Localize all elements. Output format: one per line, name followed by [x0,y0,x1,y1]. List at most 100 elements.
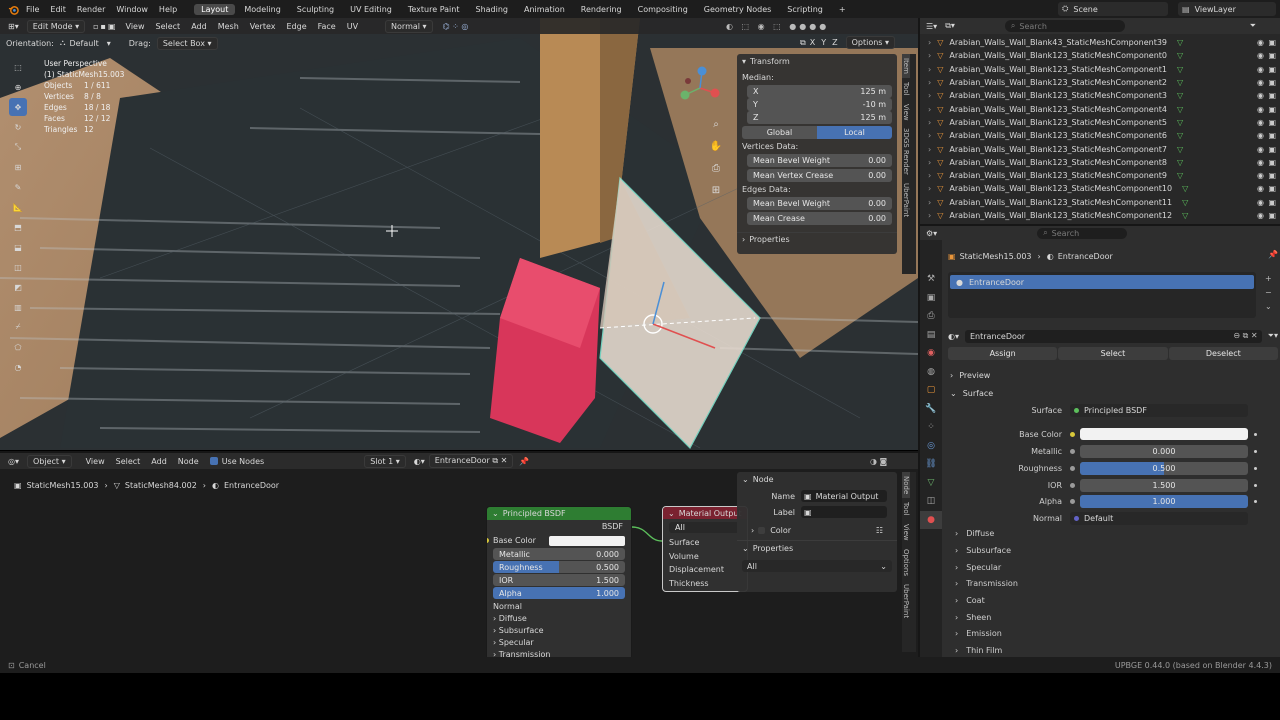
mode-dropdown[interactable]: Edit Mode ▾ [26,19,86,33]
outliner-row[interactable]: › ▽ Arabian_Walls_Wall_Blank123_StaticMesh… [920,142,1280,155]
camera-icon[interactable]: ⎙ [708,158,724,180]
material-output-node[interactable]: ⌄ Material Output All Surface Volume Dis… [662,506,748,592]
loop-cut-tool-icon[interactable]: ▥ [9,298,27,316]
node-color-row[interactable]: › Color ☷ [737,522,897,538]
add-slot-icon[interactable]: + [1265,272,1272,286]
view-layer-tab-icon[interactable]: ▤ [920,326,942,345]
expand-chevron-icon[interactable]: › [928,211,931,220]
tab-geometry-nodes[interactable]: Geometry Nodes [697,4,778,15]
outliner-row[interactable]: › ▽ Arabian_Walls_Wall_Blank123_StaticMesh… [920,182,1280,195]
node-panel-header[interactable]: ⌄ Node [737,472,897,486]
expand-chevron-icon[interactable]: › [928,171,931,180]
link-dropdown-icon[interactable]: ⏷▾ [1268,331,1278,341]
base-color-swatch[interactable] [1080,428,1248,440]
axis-z-toggle[interactable]: Z [832,38,837,47]
camera-render-icon[interactable]: ▣ [1268,91,1276,100]
node-editor-type-icon[interactable]: ◎▾ [8,457,19,466]
tab-compositing[interactable]: Compositing [631,4,695,15]
material-slot-item[interactable]: ● EntranceDoor [950,275,1254,289]
tab-options[interactable]: Options [902,545,910,580]
pin-icon[interactable]: 📌 [519,457,529,466]
alpha-slider[interactable]: 1.000 [1080,494,1248,508]
tab-shading[interactable]: Shading [468,4,515,15]
material-name-field[interactable]: EntranceDoor ⊖ ⧉ ✕ [965,329,1262,343]
scene-tab-icon[interactable]: ◉ [920,344,942,363]
node-editor[interactable]: ◎▾ Object ▾ View Select Add Node Use Nod… [0,451,918,661]
camera-render-icon[interactable]: ▣ [1268,131,1276,140]
tab-node-tool[interactable]: Tool [902,498,910,520]
subpanel-diffuse[interactable]: › Diffuse [955,529,994,538]
expand-chevron-icon[interactable]: › [928,105,931,114]
mean-vertex-crease-field[interactable]: Mean Vertex Crease 0.00 [747,169,892,182]
select-tool-icon[interactable]: ⬚ [9,58,27,76]
navigation-gizmo[interactable] [675,63,725,113]
camera-render-icon[interactable]: ▣ [1268,158,1276,167]
camera-render-icon[interactable]: ▣ [1268,171,1276,180]
visibility-eye-icon[interactable]: ◉ [1257,38,1264,47]
properties-search[interactable]: ⌕ Search [1037,227,1128,239]
preview-panel-header[interactable]: › Preview [950,368,990,382]
extrude-tool-icon[interactable]: ⬓ [9,238,27,256]
remove-slot-icon[interactable]: − [1265,286,1272,300]
rotate-tool-icon[interactable]: ↻ [9,118,27,136]
menu-mesh[interactable]: Mesh [218,22,239,31]
menu-help[interactable]: Help [159,5,177,14]
constraints-tab-icon[interactable]: ⛓ [920,455,942,474]
camera-render-icon[interactable]: ▣ [1268,105,1276,114]
physics-tab-icon[interactable]: ◎ [920,437,942,456]
expand-chevron-icon[interactable]: › [928,131,931,140]
properties-panel-header[interactable]: › Properties [737,232,897,246]
camera-render-icon[interactable]: ▣ [1268,198,1276,207]
menu-select[interactable]: Select [156,22,181,31]
tab-item[interactable]: Item [902,54,910,78]
visibility-eye-icon[interactable]: ◉ [1257,78,1264,87]
node-name-field[interactable]: ▣ Material Output [801,490,887,502]
transform-panel-header[interactable]: ▾ Transform [737,54,897,68]
mean-crease-field[interactable]: Mean Crease 0.00 [747,212,892,225]
camera-render-icon[interactable]: ▣ [1268,51,1276,60]
pan-hand-icon[interactable]: ✋ [708,136,724,158]
overlay-toggle-icon[interactable]: ◑ ◙ [870,457,887,466]
menu-vertex[interactable]: Vertex [250,22,276,31]
tab-view[interactable]: View [902,100,910,125]
keyframe-dot-icon[interactable] [1254,466,1257,470]
camera-render-icon[interactable]: ▣ [1268,65,1276,74]
tab-texture-paint[interactable]: Texture Paint [401,4,467,15]
display-mode-icon[interactable]: ⧉▾ [945,21,955,31]
node-alpha-field[interactable]: Alpha 1.000 [493,587,625,599]
visibility-eye-icon[interactable]: ◉ [1257,171,1264,180]
menu-view[interactable]: View [86,457,105,466]
tab-node[interactable]: Node [902,472,910,499]
use-nodes-checkbox[interactable] [209,457,218,465]
visibility-eye-icon[interactable]: ◉ [1257,198,1264,207]
outliner-search[interactable]: ⌕ Search [1004,20,1125,32]
tab-tool[interactable]: Tool [902,78,910,100]
camera-render-icon[interactable]: ▣ [1268,145,1276,154]
menu-node[interactable]: Node [178,457,199,466]
expand-chevron-icon[interactable]: › [928,184,931,193]
visibility-eye-icon[interactable]: ◉ [1257,158,1264,167]
visibility-eye-icon[interactable]: ◉ [1257,51,1264,60]
expand-chevron-icon[interactable]: › [928,38,931,47]
properties-editor-icon[interactable]: ⚙▾ [926,229,937,238]
outliner-row[interactable]: › ▽ Arabian_Walls_Wall_Blank123_StaticMesh… [920,49,1280,62]
outliner-row[interactable]: › ▽ Arabian_Walls_Wall_Blank43_StaticMeshC… [920,36,1280,49]
knife-tool-icon[interactable]: ⌿ [9,318,27,336]
outliner-row[interactable]: › ▽ Arabian_Walls_Wall_Blank123_StaticMesh… [920,63,1280,76]
visibility-eye-icon[interactable]: ◉ [1257,65,1264,74]
keyframe-dot-icon[interactable] [1254,432,1257,436]
add-cube-tool-icon[interactable]: ⬒ [9,218,27,236]
edge-bevel-weight-field[interactable]: Mean Bevel Weight 0.00 [747,197,892,210]
snap-icon[interactable]: ⌬ ⁘ ◎ [443,22,469,31]
expand-chevron-icon[interactable]: › [928,91,931,100]
principled-bsdf-node[interactable]: ⌄ Principled BSDF BSDF Base Color Metall… [486,506,632,661]
poly-build-tool-icon[interactable]: ⬠ [9,338,27,356]
shader-type-dropdown[interactable]: Object ▾ [27,454,72,468]
outliner-row[interactable]: › ▽ Arabian_Walls_Wall_Blank123_StaticMesh… [920,89,1280,102]
modifier-tab-icon[interactable]: 🔧 [920,400,942,419]
menu-face[interactable]: Face [318,22,336,31]
expand-chevron-icon[interactable]: › [928,118,931,127]
outliner-row[interactable]: › ▽ Arabian_Walls_Wall_Blank123_StaticMesh… [920,169,1280,182]
visibility-eye-icon[interactable]: ◉ [1257,184,1264,193]
median-y-field[interactable]: Y -10 m [747,98,892,111]
